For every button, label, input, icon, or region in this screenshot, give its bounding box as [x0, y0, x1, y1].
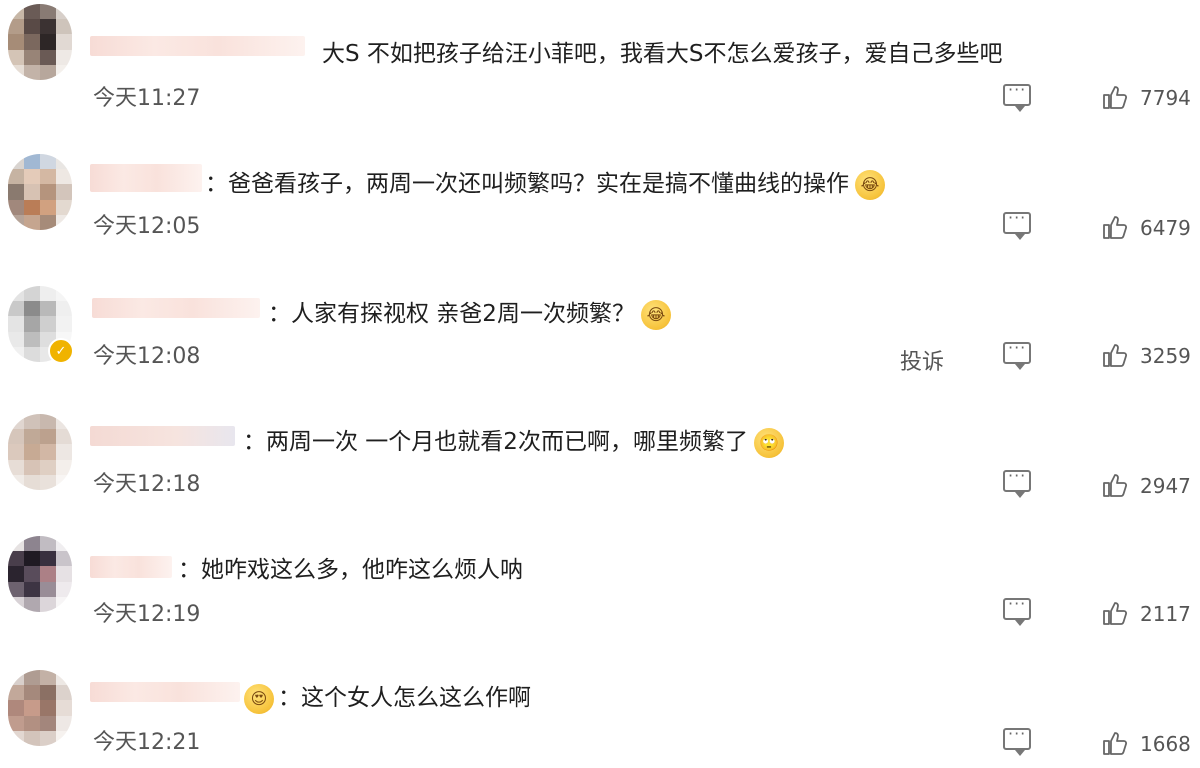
like-count: 1668	[1140, 732, 1191, 756]
like-count: 2117	[1140, 602, 1191, 626]
like-count: 7794	[1140, 86, 1191, 110]
blurred-username[interactable]	[90, 426, 235, 446]
thumbs-up-icon[interactable]	[1102, 214, 1128, 240]
comment-text: ：人家有探视权 亲爸2周一次频繁？ 😂	[268, 294, 671, 330]
avatar[interactable]	[8, 414, 72, 490]
blurred-username[interactable]	[92, 298, 260, 318]
comment-text: ：两周一次 一个月也就看2次而已啊，哪里频繁了 🙄	[243, 422, 784, 458]
comment-item: ：两周一次 一个月也就看2次而已啊，哪里频繁了🙄 今天12:18 2947	[0, 384, 1200, 512]
blurred-username[interactable]	[90, 556, 172, 578]
reply-icon[interactable]	[1003, 208, 1031, 240]
comment-time: 今天12:21	[93, 730, 201, 755]
reply-icon[interactable]	[1003, 724, 1031, 756]
comment-item: ✓ ：人家有探视权 亲爸2周一次频繁？😂 今天12:08 投诉 3259	[0, 256, 1200, 384]
thumbs-up-icon[interactable]	[1102, 472, 1128, 498]
thumbs-up-icon[interactable]	[1102, 600, 1128, 626]
comment-text: ：她咋戏这么多，他咋这么烦人呐	[178, 557, 523, 583]
heart-eyes-emoji-icon: 😍	[244, 683, 274, 714]
comment-time: 今天11:27	[93, 86, 201, 111]
like-count: 2947	[1140, 474, 1191, 498]
comment-item: ：她咋戏这么多，他咋这么烦人呐 今天12:19 2117	[0, 512, 1200, 640]
laughing-tears-emoji-icon: 😂	[855, 169, 885, 200]
avatar[interactable]	[8, 4, 72, 80]
comment-text: ：爸爸看孩子，两周一次还叫频繁吗？实在是搞不懂曲线的操作 😂	[205, 164, 885, 200]
reply-icon[interactable]	[1003, 80, 1031, 112]
report-button[interactable]: 投诉	[900, 344, 944, 376]
thinking-face-emoji-icon: 🙄	[753, 427, 784, 458]
blurred-username[interactable]	[90, 164, 202, 192]
comment-time: 今天12:05	[93, 214, 201, 239]
comment-item: 😍：这个女人怎么这么作啊 今天12:21 1668	[0, 640, 1200, 768]
comment-item: ：爸爸看孩子，两周一次还叫频繁吗？实在是搞不懂曲线的操作😂 今天12:05 64…	[0, 128, 1200, 256]
avatar[interactable]	[8, 154, 72, 230]
like-count: 3259	[1140, 344, 1191, 368]
thumbs-up-icon[interactable]	[1102, 342, 1128, 368]
blurred-username[interactable]	[90, 682, 240, 702]
blurred-username[interactable]	[90, 36, 305, 56]
verified-badge-icon: ✓	[48, 338, 74, 364]
comment-text: 大S 不如把孩子给汪小菲吧，我看大S不怎么爱孩子，爱自己多些吧	[322, 41, 1003, 67]
like-count: 6479	[1140, 216, 1191, 240]
avatar[interactable]	[8, 670, 72, 746]
comment-item: 大S 不如把孩子给汪小菲吧，我看大S不怎么爱孩子，爱自己多些吧 今天11:27 …	[0, 0, 1200, 128]
reply-icon[interactable]	[1003, 338, 1031, 370]
reply-icon[interactable]	[1003, 466, 1031, 498]
comment-time: 今天12:18	[93, 472, 201, 497]
comment-time: 今天12:08	[93, 344, 201, 369]
comment-time: 今天12:19	[93, 602, 201, 627]
thumbs-up-icon[interactable]	[1102, 84, 1128, 110]
reply-icon[interactable]	[1003, 594, 1031, 626]
laughing-tears-emoji-icon: 😂	[640, 299, 671, 330]
avatar[interactable]	[8, 536, 72, 612]
thumbs-up-icon[interactable]	[1102, 730, 1128, 756]
comment-text: 😍 ：这个女人怎么这么作啊	[244, 678, 531, 714]
